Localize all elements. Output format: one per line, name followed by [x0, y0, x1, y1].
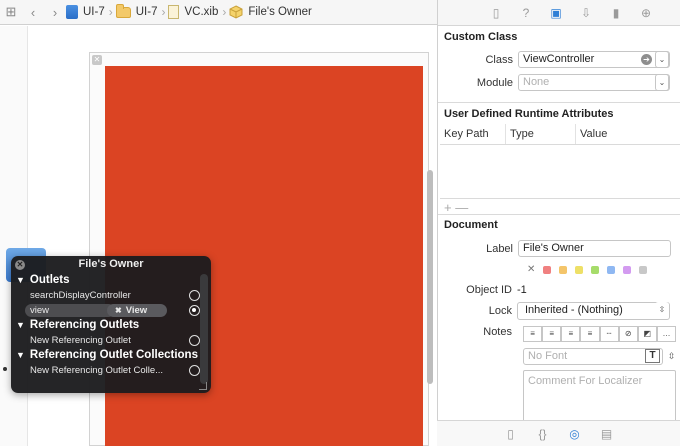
col-key-path[interactable]: Key Path [440, 124, 506, 144]
label-color-swatches: ✕ [527, 264, 647, 275]
new-referencing-outlet: New Referencing Outlet [11, 333, 211, 348]
file-template-icon[interactable]: ▯ [503, 426, 519, 442]
align-center-icon[interactable]: ≡ [542, 326, 562, 342]
font-size-stepper-icon[interactable]: ⇳ [666, 348, 677, 365]
outlet-connect-circle-icon[interactable] [189, 365, 200, 376]
breadcrumb-item-group[interactable]: UI-7 › [115, 0, 169, 25]
font-picker-icon[interactable]: T [645, 349, 660, 363]
new-referencing-collection: New Referencing Outlet Colle... [11, 363, 211, 378]
document-header: Document [444, 219, 498, 231]
hud-section-outlets[interactable]: ▼ Outlets [11, 273, 211, 288]
module-dropdown-chevron-icon[interactable]: ⌄ [655, 74, 669, 91]
breadcrumb-item-file[interactable]: VC.xib › [168, 0, 229, 25]
section-divider [438, 102, 680, 103]
udra-table[interactable]: Key Path Type Value [440, 124, 680, 199]
connections-inspector-icon[interactable]: ⊕ [636, 3, 656, 23]
connection-dot [3, 367, 7, 371]
class-combobox[interactable]: ViewController ➔ ⌄ [518, 51, 670, 68]
disclosure-triangle-icon: ▼ [16, 350, 25, 360]
object-id-value: -1 [517, 284, 527, 296]
xib-file-icon [168, 5, 180, 19]
align-justify-icon[interactable]: ≡ [580, 326, 600, 342]
custom-class-header: Custom Class [444, 31, 518, 43]
module-row: Module None ⌄ [438, 74, 670, 91]
udra-header: User Defined Runtime Attributes [444, 108, 614, 120]
outlet-connected-circle-icon[interactable] [189, 305, 200, 316]
class-dropdown-chevron-icon[interactable]: ⌄ [655, 51, 669, 68]
hud-section-referencing-collections[interactable]: ▼ Referencing Outlet Collections [11, 348, 211, 363]
breadcrumb-item-project[interactable]: UI-7 › [66, 0, 116, 25]
notes-format-bar: ≡ ≡ ≡ ≡ ┄ ⊘ ◩ … [523, 326, 676, 342]
strike-box-icon[interactable]: ⊘ [618, 326, 638, 342]
color-box-icon[interactable]: ◩ [637, 326, 657, 342]
swatch-red[interactable] [543, 265, 551, 274]
label-row: Label File's Owner [438, 240, 671, 257]
outlet-view-pill: view [25, 304, 115, 317]
project-icon [66, 5, 78, 19]
scene-close-icon[interactable]: ✕ [92, 55, 102, 65]
cube-icon [229, 5, 243, 19]
swatch-purple[interactable] [623, 265, 631, 274]
breadcrumb-separator-icon: › [161, 5, 166, 19]
clear-color-x-icon[interactable]: ✕ [527, 264, 535, 275]
code-snippet-icon[interactable]: {} [535, 426, 551, 442]
inspector-tab-bar: ▯ ? ▣ ⇩ ▮ ⊕ [438, 0, 680, 26]
disclosure-triangle-icon: ▼ [16, 275, 25, 285]
swatch-green[interactable] [591, 265, 599, 274]
back-chevron-icon[interactable]: ‹ [22, 0, 44, 25]
hud-close-icon[interactable]: ✕ [15, 260, 25, 270]
outlet-search-display-controller: searchDisplayController [11, 288, 211, 303]
media-library-icon[interactable]: ▤ [599, 426, 615, 442]
lock-row: Lock Inherited - (Nothing) ⇳ [437, 302, 670, 320]
col-value[interactable]: Value [576, 124, 678, 144]
outlet-view-target[interactable]: ✖ View [107, 304, 167, 317]
more-options-icon[interactable]: … [656, 326, 676, 342]
swatch-yellow[interactable] [575, 265, 583, 274]
quick-help-icon[interactable]: ? [516, 3, 536, 23]
file-inspector-icon[interactable]: ▯ [486, 3, 506, 23]
hud-section-referencing-outlets[interactable]: ▼ Referencing Outlets [11, 318, 211, 333]
breadcrumb-item-files-owner[interactable]: File's Owner [229, 0, 312, 25]
lock-popup[interactable]: Inherited - (Nothing) ⇳ [517, 302, 670, 320]
library-tab-bar: ▯ {} ◎ ▤ [437, 420, 680, 446]
identity-inspector-icon[interactable]: ▣ [546, 3, 566, 23]
disconnect-x-icon[interactable]: ✖ [115, 306, 122, 315]
breadcrumb-separator-icon: › [108, 5, 113, 19]
popup-updown-chevron-icon: ⇳ [655, 302, 669, 319]
outlet-connect-circle-icon[interactable] [189, 335, 200, 346]
align-left-icon[interactable]: ≡ [523, 326, 543, 342]
swatch-orange[interactable] [559, 265, 567, 274]
label-input[interactable]: File's Owner [518, 240, 671, 257]
module-combobox[interactable]: None ⌄ [518, 74, 670, 91]
jump-bar: ⊞ ‹ › UI-7 › UI-7 › VC.xib › File's Owne… [0, 0, 437, 25]
size-inspector-icon[interactable]: ▮ [606, 3, 626, 23]
object-library-icon[interactable]: ◎ [567, 426, 583, 442]
canvas-vertical-scrollbar[interactable] [427, 170, 433, 384]
attributes-inspector-icon[interactable]: ⇩ [576, 3, 596, 23]
disclosure-triangle-icon: ▼ [16, 320, 25, 330]
font-field[interactable]: No Font T [523, 348, 663, 365]
line-dash-icon[interactable]: ┄ [599, 326, 619, 342]
swatch-gray[interactable] [639, 265, 647, 274]
outlet-view: view ✖ View [11, 303, 211, 318]
swatch-blue[interactable] [607, 265, 615, 274]
object-id-row: Object ID -1 [466, 284, 527, 296]
align-right-icon[interactable]: ≡ [561, 326, 581, 342]
folder-icon [115, 3, 131, 18]
add-remove-attribute-buttons[interactable]: + — [444, 200, 468, 215]
hud-resize-grip-icon[interactable] [199, 382, 207, 390]
outlet-connect-circle-icon[interactable] [189, 290, 200, 301]
go-to-class-arrow-icon[interactable]: ➔ [641, 54, 652, 65]
notes-row: Notes [483, 326, 512, 338]
breadcrumb-separator-icon: › [222, 5, 227, 19]
related-items-grid-icon[interactable]: ⊞ [0, 0, 22, 25]
forward-chevron-icon[interactable]: › [44, 0, 66, 25]
col-type[interactable]: Type [506, 124, 576, 144]
hud-title: File's Owner [78, 258, 144, 270]
udra-table-header: Key Path Type Value [440, 124, 680, 145]
connections-hud: ✕ File's Owner ▼ Outlets searchDisplayCon… [11, 256, 211, 393]
class-row: Class ViewController ➔ ⌄ [438, 51, 670, 68]
